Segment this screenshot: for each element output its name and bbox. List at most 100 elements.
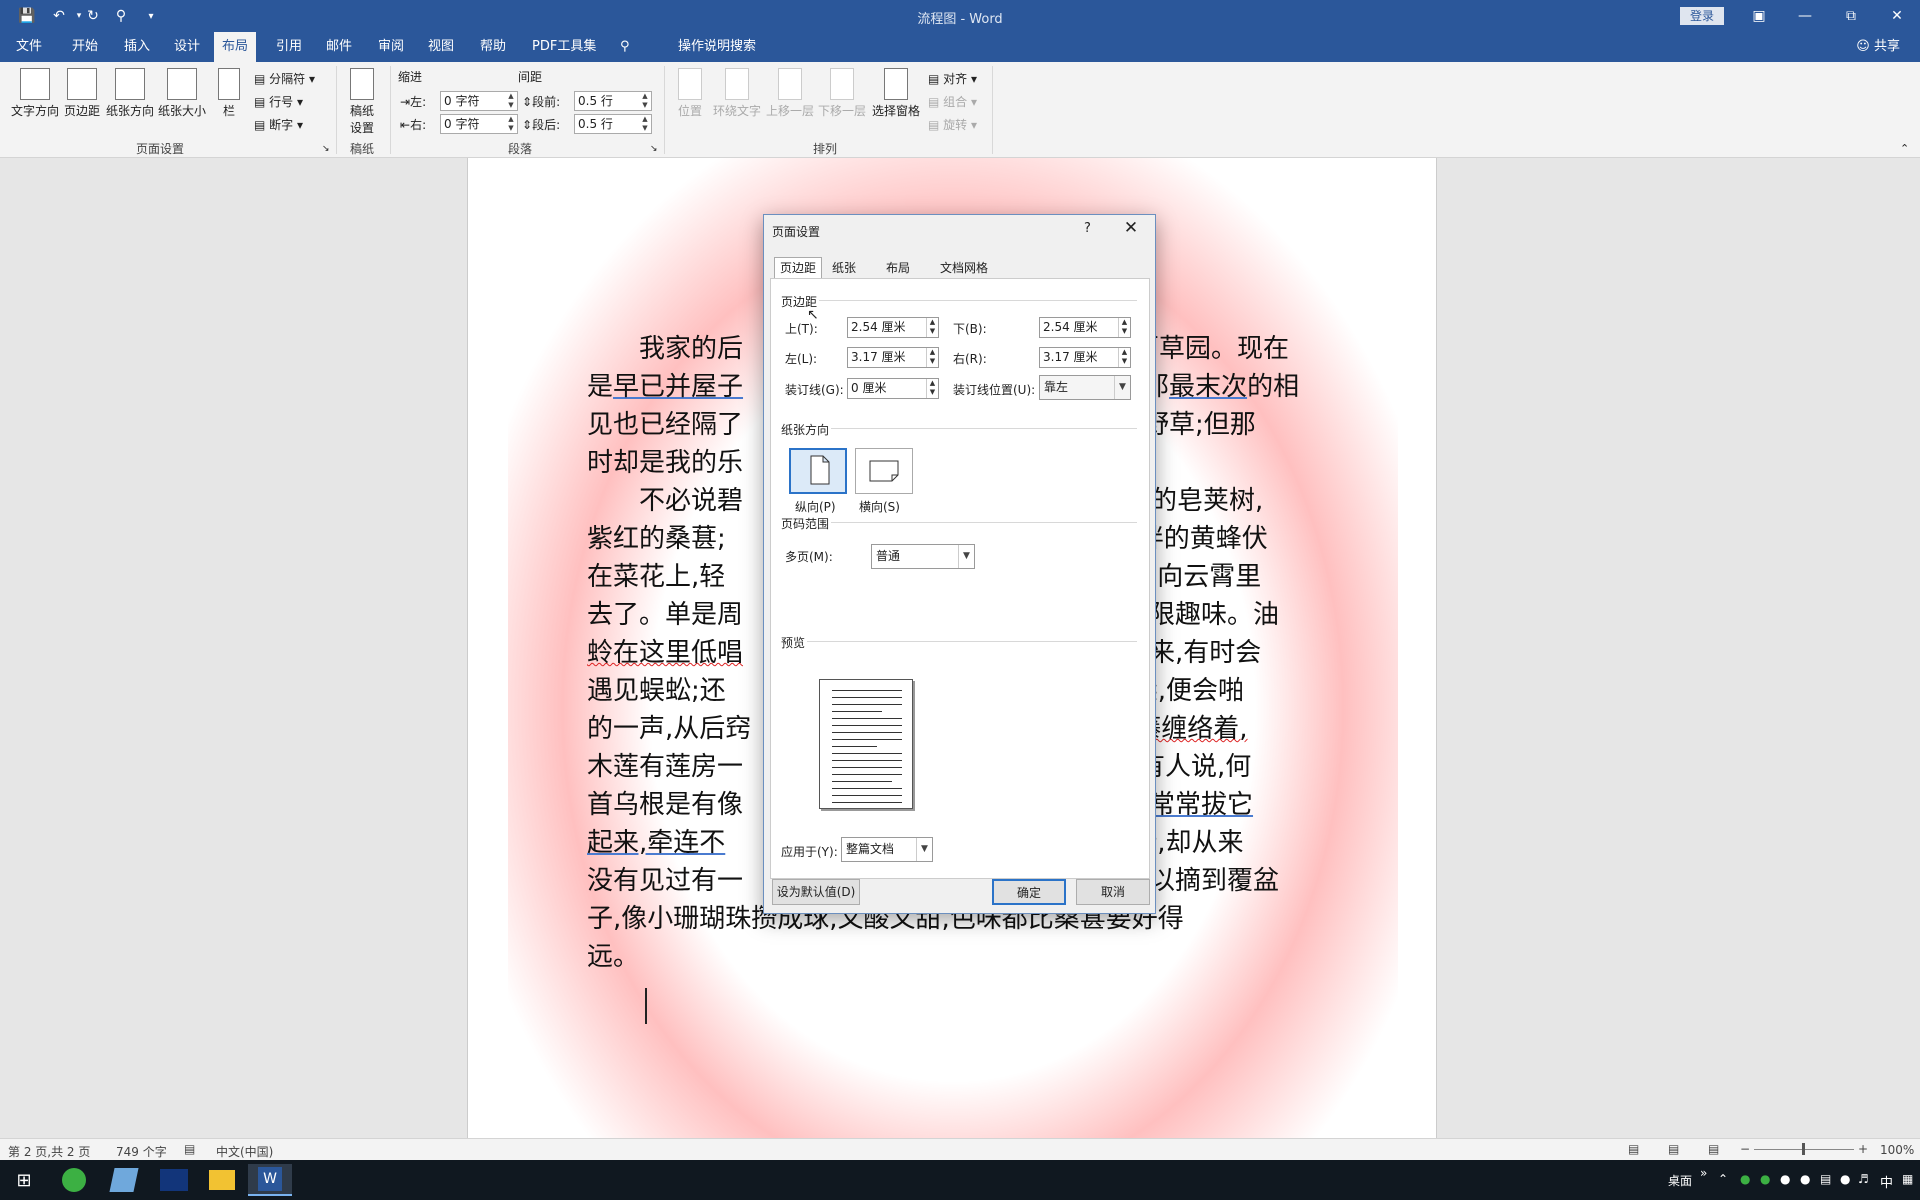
web-layout-icon[interactable]: ▤: [1708, 1142, 1719, 1156]
login-button[interactable]: 登录: [1680, 7, 1724, 25]
tab-home[interactable]: 开始: [64, 32, 106, 62]
print-layout-icon[interactable]: ▤: [1668, 1142, 1679, 1156]
set-default-button[interactable]: 设为默认值(D): [772, 879, 860, 905]
zoom-slider-thumb[interactable]: [1802, 1143, 1805, 1155]
windows-start-icon[interactable]: ⊞: [2, 1164, 46, 1196]
spin-arrows-icon[interactable]: ▲ ▼: [1118, 348, 1130, 367]
group-objects-button[interactable]: ▤ 组合 ▾: [928, 93, 977, 110]
close-window-icon[interactable]: ✕: [1882, 4, 1912, 28]
help-icon[interactable]: ?: [1084, 221, 1091, 236]
keyboard-icon[interactable]: ▦: [1902, 1172, 1913, 1186]
spin-arrows-icon[interactable]: ▲ ▼: [640, 92, 650, 110]
left-margin-input[interactable]: 3.17 厘米 ▲ ▼: [847, 347, 939, 368]
send-backward-button[interactable]: 下移一层: [816, 68, 868, 119]
cancel-button[interactable]: 取消: [1076, 879, 1150, 905]
rotate-button[interactable]: ▤ 旋转 ▾: [928, 116, 977, 133]
orientation-button[interactable]: 纸张方向: [104, 68, 156, 119]
language[interactable]: 中文(中国): [216, 1143, 273, 1160]
page-count[interactable]: 第 2 页,共 2 页: [8, 1143, 90, 1160]
gutter-input[interactable]: 0 厘米 ▲ ▼: [847, 378, 939, 399]
tab-paper[interactable]: 纸张: [826, 257, 862, 279]
ok-button[interactable]: 确定: [992, 879, 1066, 905]
volume-icon[interactable]: ♬: [1858, 1172, 1869, 1186]
tray-chevron-up-icon[interactable]: ⌃: [1718, 1172, 1728, 1186]
top-margin-input[interactable]: 2.54 厘米 ▲ ▼: [847, 317, 939, 338]
tell-me-search[interactable]: 操作说明搜索: [670, 32, 764, 62]
spin-arrows-icon[interactable]: ▲ ▼: [926, 318, 938, 337]
breaks-button[interactable]: ▤ 分隔符 ▾: [254, 70, 315, 87]
tray-app2-icon[interactable]: ●: [1780, 1172, 1790, 1186]
space-before-input[interactable]: 0.5 行 ▲ ▼: [574, 91, 652, 111]
tab-mailings[interactable]: 邮件: [318, 32, 360, 62]
tab-file[interactable]: 文件: [8, 32, 50, 62]
position-button[interactable]: 位置: [674, 68, 706, 119]
portrait-label[interactable]: 纵向(P): [795, 498, 836, 515]
browser-app-icon[interactable]: [52, 1164, 96, 1196]
network-icon[interactable]: ▤: [1820, 1172, 1831, 1186]
margins-button[interactable]: 页边距: [62, 68, 102, 119]
bring-forward-button[interactable]: 上移一层: [764, 68, 816, 119]
gutter-position-select[interactable]: 靠左 ▼: [1039, 375, 1131, 400]
tab-layout[interactable]: 布局: [214, 32, 257, 62]
tab-pdf-tools[interactable]: PDF工具集: [524, 32, 604, 62]
tab-review[interactable]: 审阅: [370, 32, 412, 62]
tray-desktop-label[interactable]: 桌面: [1668, 1172, 1692, 1189]
tab-help[interactable]: 帮助: [472, 32, 514, 62]
apply-to-select[interactable]: 整篇文档 ▼: [841, 837, 933, 862]
file-explorer-icon[interactable]: [200, 1164, 244, 1196]
multiple-pages-select[interactable]: 普通 ▼: [871, 544, 975, 569]
indent-right-input[interactable]: 0 字符 ▲ ▼: [440, 114, 518, 134]
tray-app-icon[interactable]: ●: [1760, 1172, 1770, 1186]
tab-layout[interactable]: 布局: [880, 257, 916, 279]
ribbon-display-icon[interactable]: ▣: [1744, 4, 1774, 28]
manuscript-button[interactable]: 稿纸 设置: [346, 68, 378, 136]
columns-button[interactable]: 栏: [212, 68, 246, 119]
paragraph-launcher-icon[interactable]: ↘: [650, 144, 658, 154]
zoom-in-icon[interactable]: +: [1858, 1142, 1868, 1156]
align-button[interactable]: ▤ 对齐 ▾: [928, 70, 977, 87]
tray-qq-icon[interactable]: ●: [1800, 1172, 1810, 1186]
line-numbers-button[interactable]: ▤ 行号 ▾: [254, 93, 303, 110]
share-button[interactable]: ☺ 共享: [1856, 32, 1900, 62]
landscape-label[interactable]: 横向(S): [859, 498, 900, 515]
media-app-icon[interactable]: [152, 1164, 196, 1196]
word-count[interactable]: 749 个字: [116, 1143, 167, 1160]
selection-pane-button[interactable]: 选择窗格: [870, 68, 922, 119]
size-button[interactable]: 纸张大小: [156, 68, 208, 119]
text-direction-button[interactable]: 文字方向: [8, 68, 62, 119]
tab-margins[interactable]: 页边距: [774, 257, 823, 279]
space-after-input[interactable]: 0.5 行 ▲ ▼: [574, 114, 652, 134]
bottom-margin-input[interactable]: 2.54 厘米 ▲ ▼: [1039, 317, 1131, 338]
zoom-out-icon[interactable]: −: [1740, 1142, 1750, 1156]
right-margin-input[interactable]: 3.17 厘米 ▲ ▼: [1039, 347, 1131, 368]
read-mode-icon[interactable]: ▤: [1628, 1142, 1639, 1156]
notes-app-icon[interactable]: [102, 1164, 146, 1196]
page-setup-launcher-icon[interactable]: ↘: [322, 144, 330, 154]
tab-view[interactable]: 视图: [420, 32, 462, 62]
spin-arrows-icon[interactable]: ▲ ▼: [506, 115, 516, 133]
tab-document-grid[interactable]: 文档网格: [934, 257, 994, 279]
portrait-option[interactable]: [789, 448, 847, 494]
ime-indicator[interactable]: 中: [1880, 1172, 1893, 1191]
proofing-icon[interactable]: ▤: [184, 1142, 195, 1156]
spin-arrows-icon[interactable]: ▲ ▼: [926, 348, 938, 367]
tray-expand-icon[interactable]: »: [1700, 1166, 1707, 1180]
hyphenation-button[interactable]: ▤ 断字 ▾: [254, 116, 303, 133]
zoom-level[interactable]: 100%: [1880, 1143, 1914, 1157]
wrap-text-button[interactable]: 环绕文字: [710, 68, 764, 119]
tab-design[interactable]: 设计: [166, 32, 208, 62]
tray-wechat-icon[interactable]: ●: [1740, 1172, 1750, 1186]
close-icon[interactable]: ✕: [1119, 218, 1143, 238]
collapse-ribbon-icon[interactable]: ⌃: [1900, 142, 1909, 155]
spin-arrows-icon[interactable]: ▲ ▼: [640, 115, 650, 133]
tab-references[interactable]: 引用: [268, 32, 310, 62]
tab-insert[interactable]: 插入: [116, 32, 158, 62]
microphone-icon[interactable]: ●: [1840, 1172, 1850, 1186]
minimize-icon[interactable]: —: [1790, 4, 1820, 28]
restore-icon[interactable]: ⧉: [1836, 4, 1866, 28]
spin-arrows-icon[interactable]: ▲ ▼: [926, 379, 938, 398]
spin-arrows-icon[interactable]: ▲ ▼: [506, 92, 516, 110]
indent-left-input[interactable]: 0 字符 ▲ ▼: [440, 91, 518, 111]
spin-arrows-icon[interactable]: ▲ ▼: [1118, 318, 1130, 337]
landscape-option[interactable]: [855, 448, 913, 494]
